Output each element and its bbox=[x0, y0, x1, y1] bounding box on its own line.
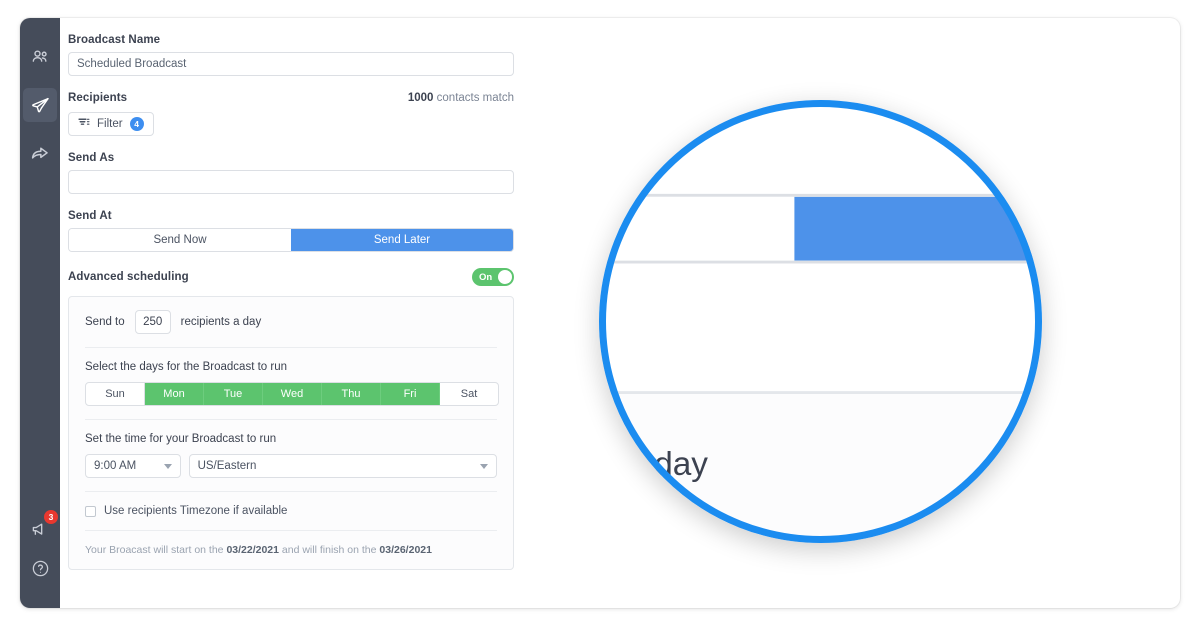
send-to-input[interactable]: 250 bbox=[134, 310, 171, 334]
sidebar-item-broadcasts[interactable] bbox=[23, 88, 57, 122]
match-number: 1000 bbox=[407, 92, 434, 104]
sidebar-rail: 3 bbox=[20, 18, 60, 608]
match-suffix: contacts match bbox=[433, 92, 514, 104]
chevron-down-icon bbox=[163, 463, 172, 469]
advanced-scheduling-toggle[interactable]: On bbox=[472, 268, 514, 286]
time-select-value: 9:00 AM bbox=[94, 460, 137, 472]
m-send-at-label: Send At bbox=[599, 142, 1042, 177]
filter-icon bbox=[78, 117, 90, 132]
magnifier-loupe: Broadcast Name Scheduled Broadcast Recip… bbox=[599, 100, 1042, 543]
use-recipient-timezone-label: Use recipients Timezone if available bbox=[104, 505, 288, 517]
filter-button[interactable]: Filter 4 bbox=[68, 112, 154, 136]
timezone-select[interactable]: US/Eastern bbox=[188, 454, 497, 478]
m-send-to-row: Send to 250 recipients a day bbox=[599, 432, 1042, 502]
share-arrow-icon bbox=[30, 143, 51, 164]
day-fri[interactable]: Fri bbox=[381, 383, 440, 405]
days-caption: Select the days for the Broadcast to run bbox=[85, 361, 288, 373]
filter-count-badge: 4 bbox=[129, 117, 144, 131]
send-as-label: Send As bbox=[68, 152, 115, 164]
use-recipient-timezone-checkbox[interactable] bbox=[85, 505, 96, 517]
footnote-middle: and will finish on the bbox=[279, 544, 380, 556]
send-now-option[interactable]: Send Now bbox=[69, 229, 291, 251]
day-selector: Sun Mon Tue Wed Thu Fri Sat bbox=[85, 382, 499, 406]
broadcast-name-label: Broadcast Name bbox=[68, 34, 161, 46]
sidebar-item-help[interactable] bbox=[23, 560, 57, 594]
day-wed[interactable]: Wed bbox=[263, 383, 322, 405]
send-to-row: Send to 250 recipients a day bbox=[85, 310, 497, 334]
recipient-timezone-section: Use recipients Timezone if available bbox=[85, 491, 497, 530]
footnote-end-date: 03/26/2021 bbox=[379, 544, 432, 556]
send-to-prefix: Send to bbox=[85, 316, 125, 328]
magnified-content: Broadcast Name Scheduled Broadcast Recip… bbox=[599, 100, 1042, 543]
advanced-scheduling-header: Advanced scheduling On bbox=[68, 268, 514, 286]
sidebar-item-contacts[interactable] bbox=[23, 40, 57, 74]
toggle-knob bbox=[498, 270, 512, 284]
day-mon[interactable]: Mon bbox=[145, 383, 204, 405]
schedule-footnote: Your Broacast will start on the 03/22/20… bbox=[85, 544, 497, 556]
screenshot-root: 3 Broadcast Name Scheduled Broadcast Rec… bbox=[0, 0, 1200, 630]
sidebar-item-forward[interactable] bbox=[23, 136, 57, 170]
m-send-to-suffix: recipients a day bbox=[599, 449, 708, 484]
paper-plane-icon bbox=[30, 95, 51, 116]
time-caption: Set the time for your Broadcast to run bbox=[85, 433, 277, 445]
use-recipient-timezone-row[interactable]: Use recipients Timezone if available bbox=[85, 505, 497, 517]
m-days-section: Select the days for the Broadcast to run… bbox=[599, 539, 1042, 543]
day-tue[interactable]: Tue bbox=[204, 383, 263, 405]
broadcast-name-input[interactable]: Scheduled Broadcast bbox=[68, 52, 514, 76]
m-advanced-scheduling-panel: Send to 250 recipients a day Select the … bbox=[599, 391, 1042, 543]
magnifier-viewport: Broadcast Name Scheduled Broadcast Recip… bbox=[599, 100, 1042, 543]
footnote-prefix: Your Broacast will start on the bbox=[85, 544, 227, 556]
advanced-scheduling-label: Advanced scheduling bbox=[68, 271, 189, 283]
filter-button-label: Filter bbox=[97, 118, 123, 130]
toggle-state-label: On bbox=[479, 271, 493, 283]
time-select[interactable]: 9:00 AM bbox=[85, 454, 181, 478]
timezone-select-value: US/Eastern bbox=[197, 460, 257, 472]
sidebar-item-announcements[interactable]: 3 bbox=[23, 510, 58, 546]
days-section: Select the days for the Broadcast to run… bbox=[85, 347, 499, 419]
day-sun[interactable]: Sun bbox=[86, 383, 145, 405]
send-at-label: Send At bbox=[68, 210, 112, 222]
send-to-section: Send to 250 recipients a day bbox=[85, 297, 497, 347]
broadcast-form: Broadcast Name Scheduled Broadcast Recip… bbox=[68, 34, 514, 570]
send-to-suffix: recipients a day bbox=[180, 316, 262, 328]
chevron-down-icon bbox=[480, 463, 488, 469]
send-as-input[interactable] bbox=[68, 170, 514, 194]
recipients-header: Recipients 1000 contacts match bbox=[68, 92, 514, 104]
magnified-broadcast-form: Broadcast Name Scheduled Broadcast Recip… bbox=[599, 100, 1042, 543]
recipients-label: Recipients bbox=[68, 92, 128, 104]
schedule-footnote-section: Your Broacast will start on the 03/22/20… bbox=[85, 530, 497, 569]
question-circle-icon bbox=[31, 559, 50, 578]
m-send-now-option: Send Now bbox=[599, 196, 795, 261]
footnote-start-date: 03/22/2021 bbox=[226, 544, 279, 556]
send-later-option[interactable]: Send Later bbox=[291, 229, 513, 251]
announcements-badge: 3 bbox=[44, 510, 58, 524]
m-advanced-scheduling-header: Advanced scheduling On bbox=[599, 310, 1042, 362]
recipients-match-count: 1000 contacts match bbox=[408, 92, 514, 104]
advanced-scheduling-panel: Send to 250 recipients a day Select the … bbox=[68, 296, 514, 570]
time-row: 9:00 AM US/Eastern bbox=[85, 454, 497, 478]
send-at-segmented-control: Send Now Send Later bbox=[68, 228, 514, 252]
m-send-to-section: Send to 250 recipients a day bbox=[599, 394, 1042, 539]
time-section: Set the time for your Broadcast to run 9… bbox=[85, 419, 497, 491]
day-sat[interactable]: Sat bbox=[440, 383, 498, 405]
m-send-at-segmented-control: Send Now Send Later bbox=[599, 193, 1042, 264]
day-thu[interactable]: Thu bbox=[322, 383, 381, 405]
people-icon bbox=[30, 47, 50, 67]
m-send-later-option: Send Later bbox=[794, 196, 1042, 261]
